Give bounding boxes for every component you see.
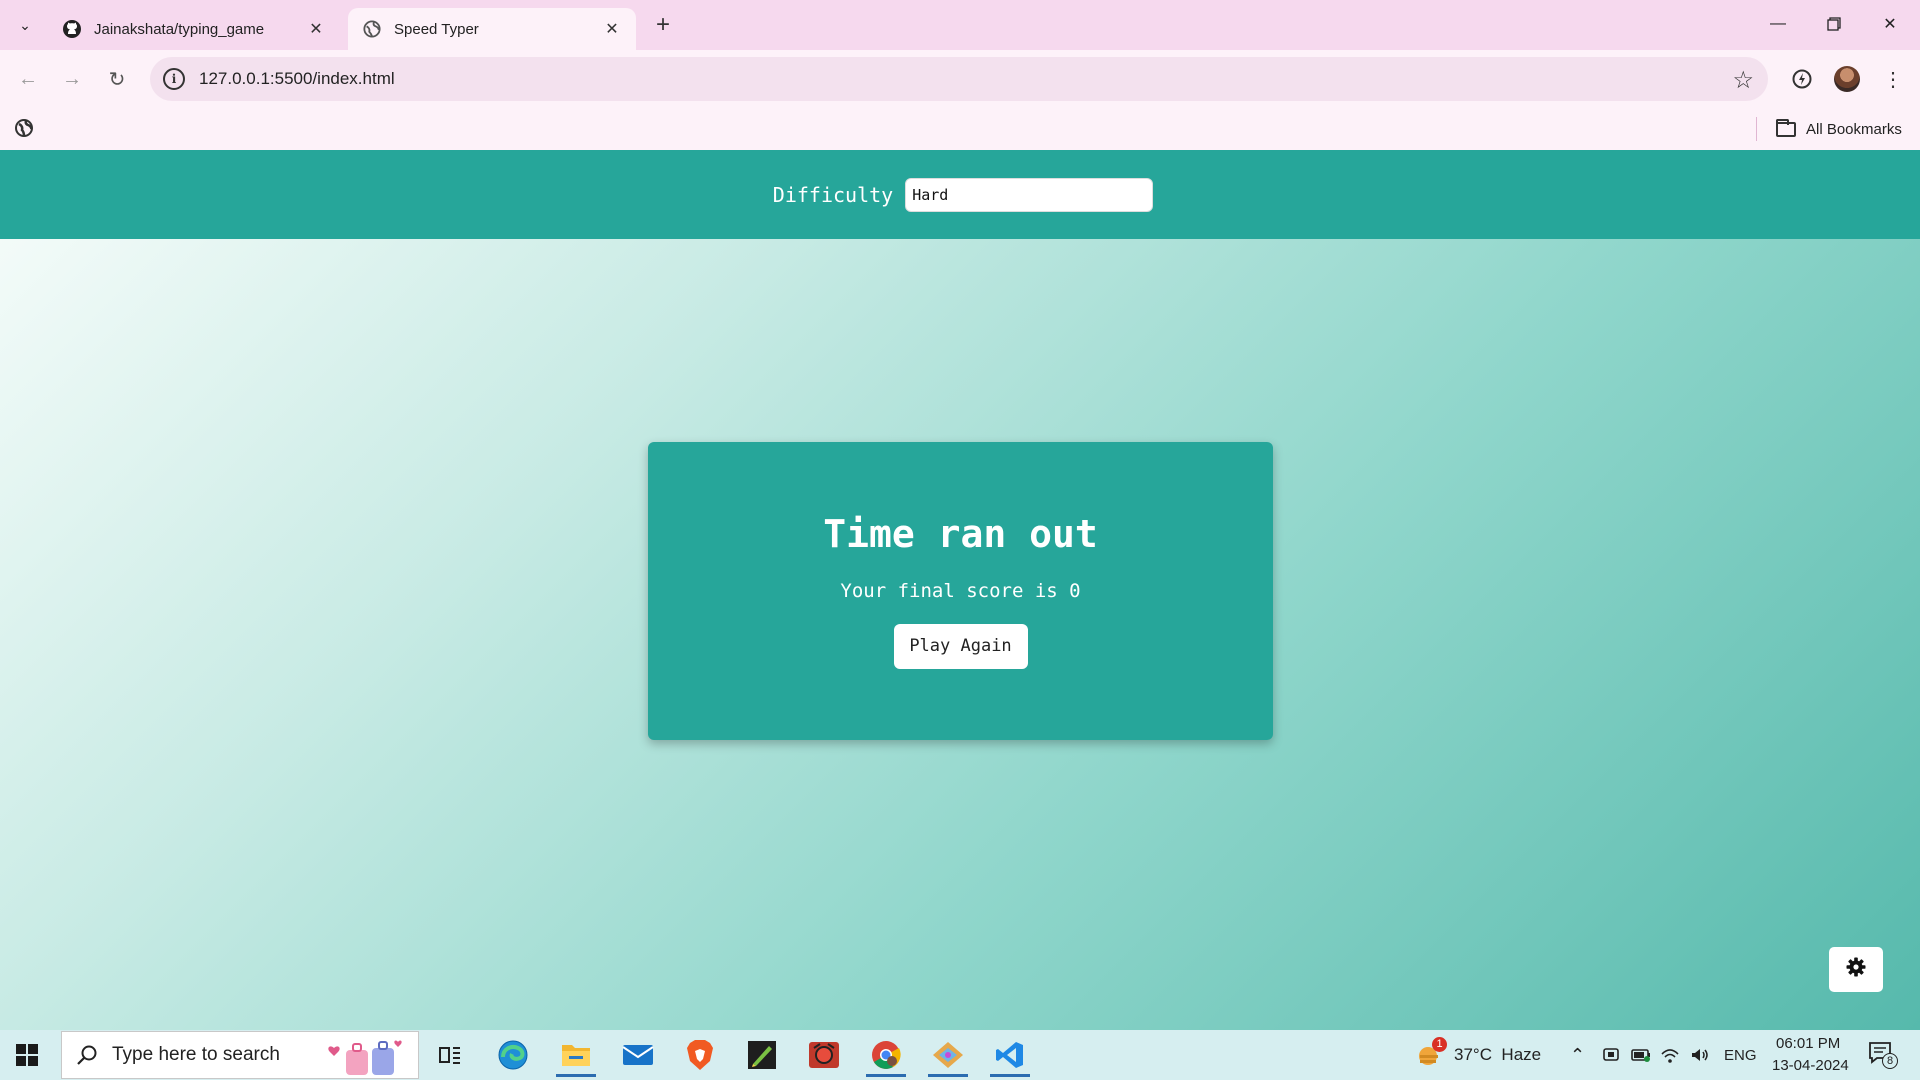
weather-icon: 1 [1416,1037,1447,1069]
kebab-menu-icon[interactable]: ⋮ [1878,64,1908,94]
mail-icon[interactable] [614,1033,662,1077]
language-indicator[interactable]: ENG [1724,1030,1757,1080]
notification-count-badge: 8 [1882,1053,1898,1069]
play-again-button[interactable]: Play Again [893,624,1028,669]
globe-icon[interactable] [14,118,34,138]
back-arrow-icon[interactable]: ← [12,63,44,95]
game-app-icon[interactable] [800,1033,848,1077]
final-score-text: Your final score is 0 [840,580,1081,602]
active-app-indicator [866,1074,906,1077]
difficulty-label: Difficulty [772,182,894,207]
weather-badge: 1 [1432,1037,1447,1052]
battery-icon[interactable] [1631,1030,1651,1080]
clock-date[interactable]: 13-04-2024 [1772,1057,1849,1074]
search-icon [76,1044,98,1066]
notification-center-icon[interactable]: 8 [1868,1030,1898,1080]
profile-avatar[interactable] [1834,66,1860,92]
all-bookmarks-button[interactable]: All Bookmarks [1776,117,1902,141]
reload-icon[interactable]: ↻ [101,63,133,95]
volume-icon[interactable] [1690,1030,1710,1080]
close-icon[interactable]: ✕ [602,19,622,39]
tab-title: Jainakshata/typing_game [94,20,265,38]
tab-github[interactable]: Jainakshata/typing_game ✕ [48,8,340,50]
site-info-icon[interactable]: i [163,68,185,90]
page-viewport: Difficulty Hard Time ran out Your final … [0,150,1920,1030]
extensions-icon[interactable] [1787,64,1817,94]
search-placeholder: Type here to search [112,1044,280,1065]
tray-overflow-chevron-icon[interactable]: ⌃ [1570,1030,1585,1080]
tab-search-chevron-icon[interactable]: ⌄ [12,12,38,38]
browser-tab-strip: ⌄ Jainakshata/typing_game ✕ Speed Typer … [0,0,1920,50]
edge-browser-icon[interactable] [489,1033,537,1077]
difficulty-value: Hard [912,185,949,204]
minimize-icon[interactable]: — [1750,6,1806,42]
folder-icon [1776,118,1796,137]
forward-arrow-icon[interactable]: → [56,63,88,95]
settings-button[interactable] [1829,947,1883,992]
end-game-card: Time ran out Your final score is 0 Play … [648,442,1273,740]
taskbar-search-box[interactable]: Type here to search [61,1031,419,1079]
difficulty-select[interactable]: Hard [905,177,1154,212]
task-view-icon[interactable] [426,1033,474,1077]
github-icon [62,19,82,39]
wifi-icon[interactable] [1660,1030,1680,1080]
gear-icon [1846,957,1866,982]
bookmark-star-icon[interactable]: ☆ [1732,66,1754,95]
brave-browser-icon[interactable] [676,1033,724,1077]
globe-icon [362,19,382,39]
difficulty-header: Difficulty Hard [0,150,1920,239]
new-tab-plus-icon[interactable]: + [650,10,676,40]
address-bar[interactable]: i 127.0.0.1:5500/index.html ☆ [150,57,1768,101]
active-app-indicator [556,1074,596,1077]
sketch-app-icon[interactable] [738,1033,786,1077]
browser-toolbar: ← → ↻ i 127.0.0.1:5500/index.html ☆ ⋮ [0,50,1920,108]
weather-widget[interactable]: 1 37°C Haze [1416,1030,1541,1080]
chrome-browser-icon[interactable] [862,1033,910,1077]
windows-start-icon[interactable] [16,1044,38,1066]
close-icon[interactable]: ✕ [306,19,326,39]
file-explorer-icon[interactable] [552,1033,600,1077]
meet-now-icon[interactable] [1602,1030,1620,1080]
all-bookmarks-label: All Bookmarks [1806,120,1902,138]
end-game-title: Time ran out [823,512,1098,556]
tab-speed-typer[interactable]: Speed Typer ✕ [348,8,636,50]
luggage-illustration-icon [326,1038,406,1076]
address-url[interactable]: 127.0.0.1:5500/index.html [199,69,395,89]
window-close-icon[interactable]: ✕ [1862,6,1918,42]
tab-title: Speed Typer [394,20,479,38]
vscode-icon[interactable] [986,1033,1034,1077]
clock-time[interactable]: 06:01 PM [1776,1035,1840,1052]
weather-text: 37°C Haze [1454,1045,1542,1064]
gitkraken-icon[interactable] [924,1033,972,1077]
bookmarks-divider [1756,117,1757,141]
active-app-indicator [990,1074,1030,1077]
bookmarks-bar: All Bookmarks [0,108,1920,150]
windows-taskbar: Type here to search 1 37°C Haze ⌃ ENG 06… [0,1030,1920,1080]
active-app-indicator [928,1074,968,1077]
restore-icon[interactable] [1806,6,1862,42]
